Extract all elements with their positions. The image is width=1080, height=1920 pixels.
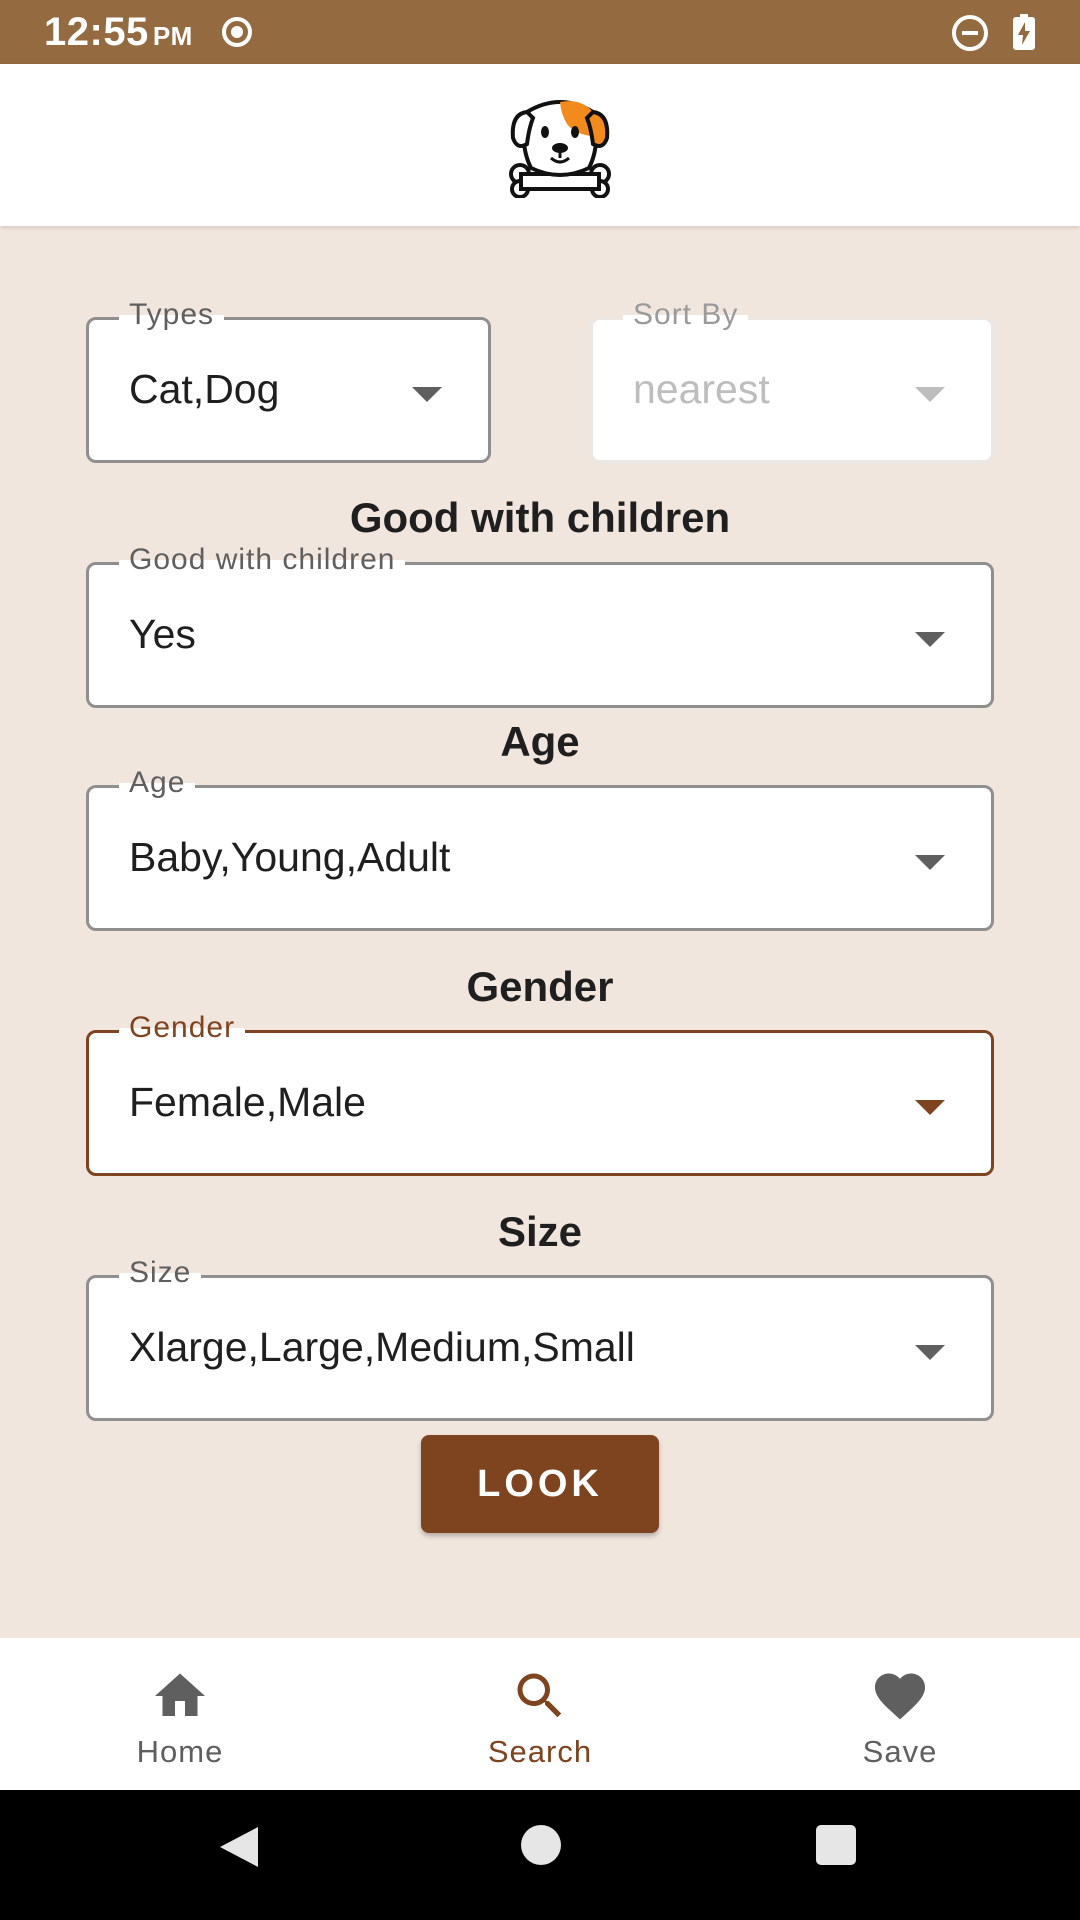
age-value: Baby,Young,Adult (129, 834, 451, 880)
back-icon[interactable] (218, 1825, 260, 1869)
age-heading: Age (500, 718, 580, 765)
nav-label-search: Search (487, 1734, 593, 1769)
do-not-disturb-icon (952, 15, 988, 51)
gender-label: Gender (119, 1011, 246, 1045)
sort-by-value: nearest (633, 366, 770, 412)
chevron-down-icon (915, 1100, 945, 1115)
types-dropdown[interactable]: Types Cat,Dog (86, 298, 491, 463)
size-label: Size (119, 1256, 202, 1290)
sort-by-label: Sort By (623, 298, 749, 332)
look-button[interactable]: LOOK (421, 1435, 659, 1533)
app-bar (0, 64, 1080, 226)
age-label: Age (119, 766, 196, 800)
size-dropdown[interactable]: Size Xlarge,Large,Medium,Small (86, 1256, 994, 1421)
nav-label-save: Save (862, 1734, 938, 1769)
good-with-children-label: Good with children (119, 543, 406, 577)
good-with-children-heading: Good with children (349, 494, 731, 541)
status-time-ampm: PM (152, 21, 193, 51)
chevron-down-icon (412, 387, 442, 402)
types-value: Cat,Dog (129, 366, 280, 412)
size-heading: Size (497, 1208, 583, 1255)
status-time: 12:55 PM (44, 10, 193, 55)
nav-item-save[interactable]: Save (800, 1638, 1000, 1790)
chevron-down-icon (915, 855, 945, 870)
age-dropdown[interactable]: Age Baby,Young,Adult (86, 766, 994, 931)
nav-label-home: Home (136, 1734, 224, 1769)
home-icon (155, 1673, 205, 1716)
gender-dropdown[interactable]: Gender Female,Male (86, 1011, 994, 1176)
status-time-value: 12:55 (44, 10, 149, 54)
good-with-children-dropdown[interactable]: Good with children Yes (86, 543, 994, 708)
heart-icon (875, 1673, 925, 1720)
dog-logo-icon (509, 100, 611, 198)
bottom-navigation: Home Search Save (0, 1638, 1080, 1790)
sort-by-dropdown: Sort By nearest (590, 298, 994, 463)
chevron-down-icon (915, 632, 945, 647)
status-bar: 12:55 PM (0, 0, 1080, 64)
home-circle-icon[interactable] (521, 1825, 561, 1865)
size-value: Xlarge,Large,Medium,Small (129, 1324, 635, 1370)
chevron-down-icon (915, 387, 945, 402)
nav-item-search[interactable]: Search (440, 1638, 640, 1790)
gender-heading: Gender (466, 963, 614, 1010)
record-icon (222, 17, 252, 47)
battery-charging-icon (1013, 14, 1035, 50)
recents-icon[interactable] (816, 1825, 856, 1865)
chevron-down-icon (915, 1345, 945, 1360)
nav-item-home[interactable]: Home (80, 1638, 280, 1790)
good-with-children-value: Yes (129, 611, 196, 657)
gender-value: Female,Male (129, 1079, 366, 1125)
search-icon (517, 1673, 562, 1718)
types-label: Types (119, 298, 225, 332)
system-navigation-bar (0, 1790, 1080, 1920)
